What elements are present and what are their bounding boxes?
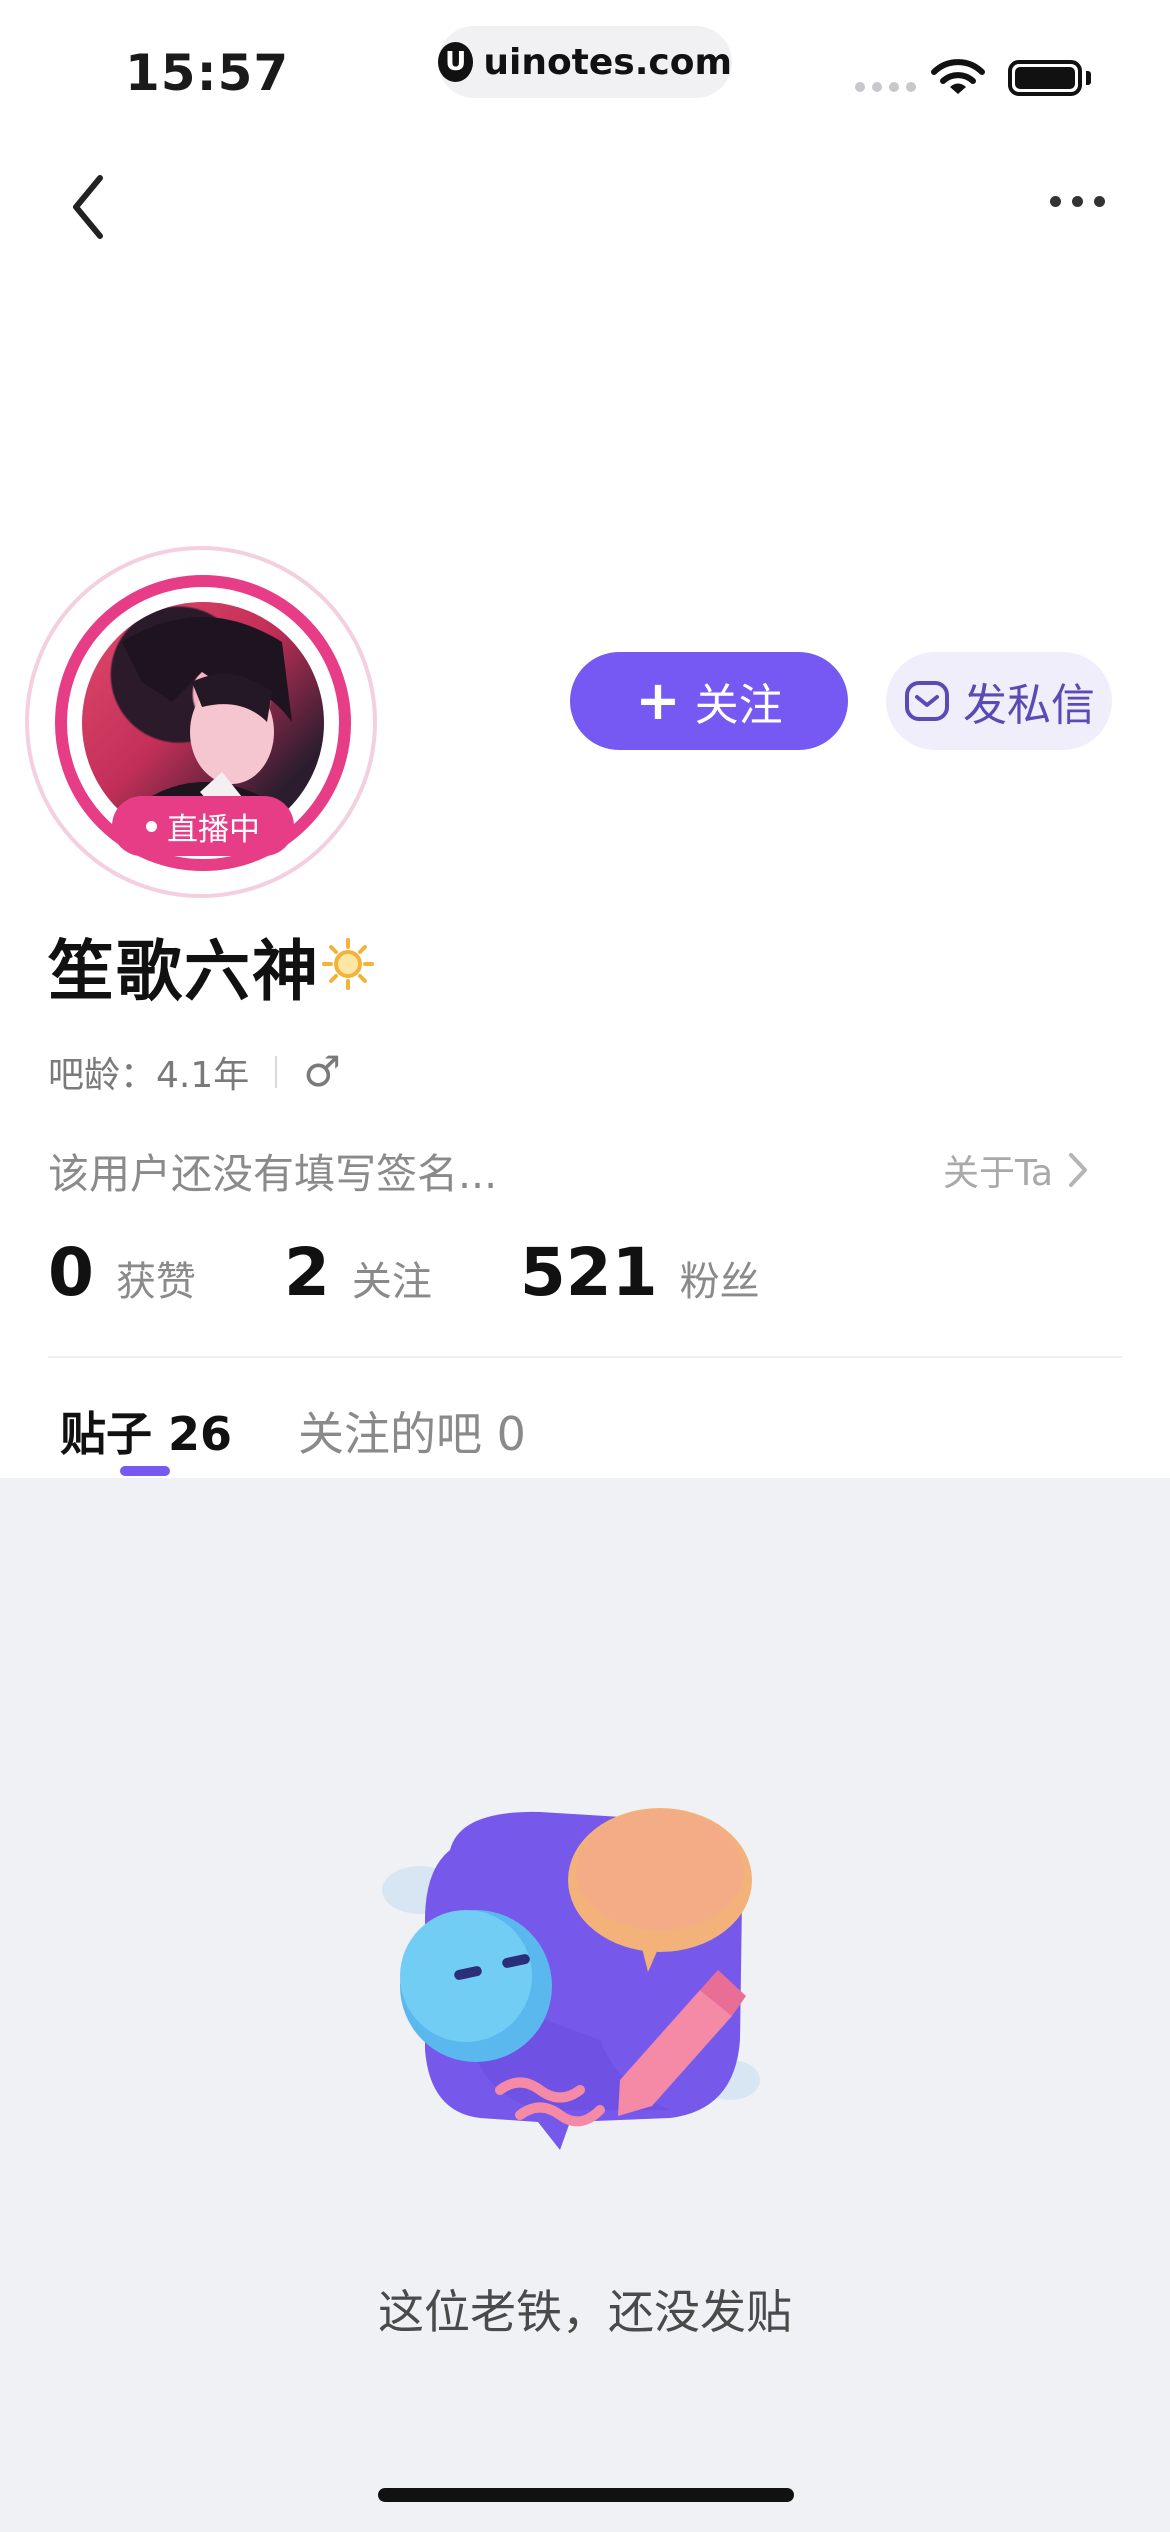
account-age: 吧龄：4.1年 — [48, 1055, 250, 1096]
username: 笙歌六神 — [48, 933, 320, 1010]
url-text: uinotes.com — [483, 41, 732, 83]
stat-likes-label: 获赞 — [115, 1259, 196, 1305]
status-time: 15:57 — [125, 44, 290, 102]
stats-row: 0 获赞 2 关注 521 粉丝 — [48, 1234, 760, 1311]
live-badge[interactable]: 直播中 — [112, 796, 294, 856]
battery-icon — [1008, 60, 1082, 96]
section-divider — [48, 1356, 1122, 1358]
more-options-icon[interactable] — [1050, 196, 1105, 207]
profile-meta: 吧龄：4.1年 ♂ — [48, 1046, 341, 1098]
stat-likes-value: 0 — [48, 1234, 94, 1311]
url-pill[interactable]: U uinotes.com — [438, 26, 732, 98]
follow-button-label: 关注 — [694, 680, 783, 731]
stat-following-value: 2 — [283, 1234, 330, 1311]
follow-button[interactable]: + 关注 — [570, 652, 848, 750]
stat-following-label: 关注 — [351, 1259, 432, 1305]
meta-divider — [275, 1056, 278, 1088]
tab-posts[interactable]: 贴子 26 — [60, 1398, 232, 1464]
send-message-button[interactable]: 发私信 — [886, 652, 1112, 750]
send-message-label: 发私信 — [963, 680, 1095, 731]
about-label: 关于Ta — [943, 1153, 1054, 1194]
site-logo-icon: U — [438, 42, 474, 82]
tab-followed-bars[interactable]: 关注的吧 0 — [298, 1398, 526, 1464]
stat-fans[interactable]: 521 粉丝 — [520, 1234, 760, 1311]
about-link[interactable]: 关于Ta — [943, 1144, 1089, 1196]
signature: 该用户还没有填写签名... — [48, 1150, 498, 1198]
chevron-right-icon — [1069, 1153, 1088, 1187]
stat-fans-value: 521 — [519, 1234, 658, 1311]
wifi-icon — [931, 59, 985, 94]
stat-following[interactable]: 2 关注 — [284, 1234, 432, 1311]
back-chevron-icon[interactable] — [66, 172, 110, 242]
cellular-signal-icon — [855, 82, 916, 92]
home-indicator[interactable] — [378, 2488, 794, 2502]
sun-level-icon[interactable] — [320, 936, 376, 992]
male-gender-icon: ♂ — [303, 1047, 341, 1096]
live-dot-icon — [146, 820, 157, 832]
tab-active-indicator — [120, 1466, 170, 1476]
battery-tip — [1086, 71, 1091, 85]
live-badge-label: 直播中 — [167, 811, 260, 848]
message-envelope-icon — [905, 681, 949, 721]
stat-likes: 0 获赞 — [48, 1234, 196, 1311]
plus-icon: + — [635, 669, 681, 732]
empty-state-message: 这位老铁，还没发贴 — [378, 2285, 792, 2339]
empty-posts-illustration — [382, 1808, 760, 2150]
stat-fans-label: 粉丝 — [679, 1259, 760, 1305]
